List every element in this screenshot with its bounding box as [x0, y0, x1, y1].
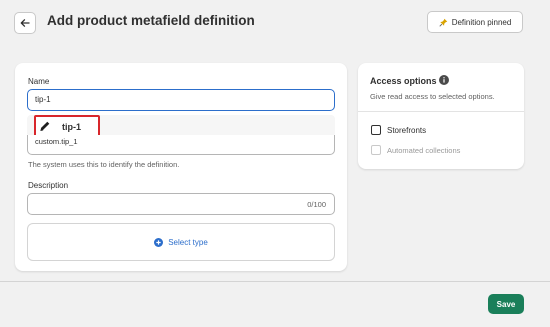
footer-divider: [0, 281, 550, 282]
namespace-help-text: The system uses this to identify the def…: [28, 160, 180, 169]
definition-form-card: Name tip-1 tip-1 custom.tip_1 The system…: [15, 63, 347, 271]
access-options-subtitle: Give read access to selected options.: [370, 92, 495, 101]
namespace-key-field[interactable]: custom.tip_1: [27, 135, 335, 155]
suggestion-text[interactable]: tip-1: [62, 122, 81, 132]
definition-pinned-label: Definition pinned: [451, 17, 512, 27]
pencil-icon: [40, 121, 50, 131]
page-title: Add product metafield definition: [47, 13, 255, 28]
description-label: Description: [28, 181, 69, 190]
info-icon[interactable]: [439, 75, 449, 85]
page-header: Add product metafield definition Definit…: [0, 0, 550, 46]
storefronts-checkbox[interactable]: [371, 125, 381, 135]
save-button[interactable]: Save: [488, 294, 524, 314]
plus-circle-icon: [154, 237, 164, 247]
name-input[interactable]: tip-1: [27, 89, 335, 111]
divider: [358, 111, 524, 112]
automated-collections-checkbox[interactable]: [371, 145, 381, 155]
back-button[interactable]: [14, 12, 36, 34]
name-label: Name: [28, 77, 50, 86]
definition-pinned-button[interactable]: Definition pinned: [427, 11, 523, 33]
automated-collections-label[interactable]: Automated collections: [387, 146, 460, 155]
access-options-title: Access options: [370, 76, 437, 86]
access-options-card: Access options Give read access to selec…: [358, 63, 524, 169]
character-counter: 0/100: [307, 200, 326, 209]
storefronts-label[interactable]: Storefronts: [387, 126, 426, 135]
pin-icon: [439, 18, 447, 27]
arrow-left-icon: [20, 19, 30, 27]
description-input[interactable]: 0/100: [27, 193, 335, 215]
select-type-label: Select type: [168, 237, 208, 247]
select-type-button[interactable]: Select type: [27, 223, 335, 261]
